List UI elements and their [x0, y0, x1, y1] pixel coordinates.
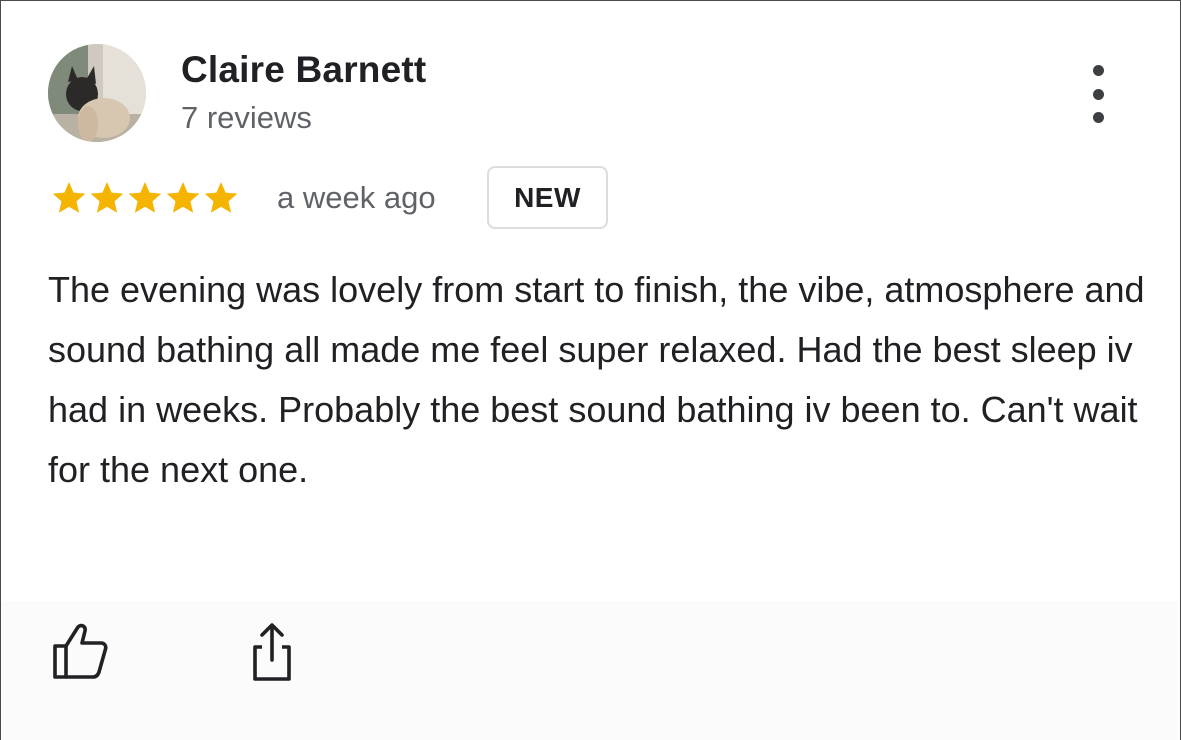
more-options-button[interactable]	[1081, 65, 1115, 123]
star-icon	[204, 181, 238, 213]
review-time-ago: a week ago	[277, 180, 436, 215]
avatar[interactable]	[48, 44, 146, 142]
star-icon	[128, 181, 162, 213]
avatar-photo	[48, 44, 146, 142]
thumbs-up-icon	[53, 623, 108, 679]
new-badge: NEW	[487, 166, 608, 229]
star-icon	[90, 181, 124, 213]
card-footer-band	[1, 601, 1180, 740]
more-vert-icon-dot	[1092, 88, 1104, 100]
star-rating	[50, 179, 240, 217]
like-button[interactable]	[48, 619, 110, 681]
star-icon	[52, 181, 86, 213]
more-vert-icon-dot	[1092, 112, 1104, 123]
share-icon	[253, 623, 291, 681]
reviewer-review-count[interactable]: 7 reviews	[181, 100, 312, 136]
review-card: Claire Barnett 7 reviews a week ago NEW …	[0, 0, 1181, 740]
review-text: The evening was lovely from start to fin…	[48, 269, 1145, 490]
more-vert-icon	[1092, 65, 1104, 76]
reviewer-name[interactable]: Claire Barnett	[181, 49, 426, 91]
star-icon	[166, 181, 200, 213]
share-button[interactable]	[241, 619, 303, 681]
